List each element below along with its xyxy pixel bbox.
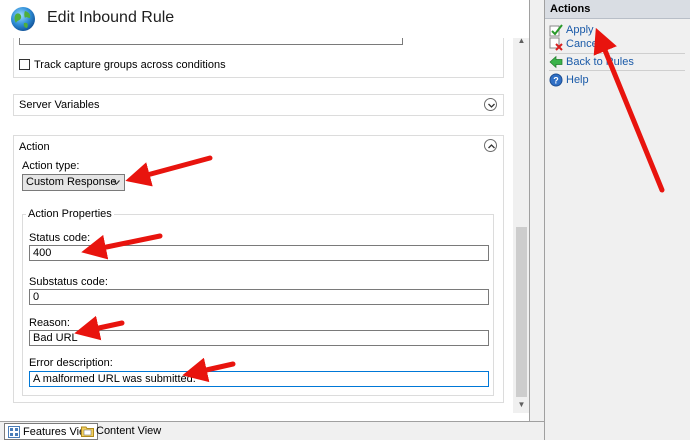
actions-separator [549, 53, 685, 54]
action-properties-title: Action Properties [26, 208, 114, 220]
window-title: Edit Inbound Rule [47, 9, 175, 26]
chevron-down-icon [113, 180, 120, 185]
content-view-tab[interactable]: Content View [78, 423, 165, 440]
error-description-label: Error description: [29, 357, 113, 369]
expand-chevron-icon[interactable] [484, 98, 497, 111]
action-type-value: Custom Response [26, 176, 117, 188]
reason-input[interactable]: Bad URL [29, 330, 489, 346]
apply-label: Apply [566, 24, 594, 36]
actions-separator [549, 70, 685, 71]
scroll-up-icon[interactable]: ▲ [516, 36, 527, 46]
scrollbar-thumb[interactable] [516, 227, 527, 397]
conditions-section: Track capture groups across conditions [13, 38, 504, 78]
main-panel: Edit Inbound Rule Track capture groups a… [0, 0, 530, 421]
red-x-icon [549, 37, 563, 51]
action-type-label: Action type: [22, 160, 80, 172]
status-code-label: Status code: [29, 232, 91, 244]
collapse-chevron-icon[interactable] [484, 139, 497, 152]
window-header: Edit Inbound Rule [0, 0, 529, 38]
reason-label: Reason: [29, 317, 70, 329]
svg-text:?: ? [553, 76, 559, 86]
cancel-action[interactable]: Cancel [549, 37, 600, 51]
green-back-arrow-icon [549, 55, 563, 69]
back-to-rules-action[interactable]: Back to Rules [549, 55, 634, 69]
status-code-input[interactable]: 400 [29, 245, 489, 261]
globe-icon [11, 7, 35, 31]
error-description-input[interactable]: A malformed URL was submitted. [29, 371, 489, 387]
substatus-code-label: Substatus code: [29, 276, 108, 288]
actions-header: Actions [545, 0, 690, 19]
content-view-icon [81, 426, 94, 437]
back-to-rules-label: Back to Rules [566, 56, 634, 68]
apply-action[interactable]: Apply [549, 23, 594, 37]
substatus-code-input[interactable]: 0 [29, 289, 489, 305]
track-capture-checkbox[interactable] [19, 59, 30, 70]
cancel-label: Cancel [566, 38, 601, 50]
track-capture-label: Track capture groups across conditions [34, 59, 226, 71]
server-variables-section[interactable]: Server Variables [13, 94, 504, 116]
action-section: Action Action type: Custom Response Acti… [13, 135, 504, 403]
features-view-icon [8, 426, 20, 438]
scroll-down-icon[interactable]: ▼ [516, 400, 527, 410]
help-label: Help [566, 74, 589, 86]
view-tabs-bar: Features View Content View [0, 421, 545, 440]
action-properties-group: Action Properties Status code: 400 Subst… [22, 208, 494, 396]
checkmark-icon [549, 24, 563, 37]
server-variables-title: Server Variables [19, 99, 100, 111]
truncated-input[interactable] [19, 38, 403, 45]
actions-pane: Actions Apply Cancel Back to Rules ? Hel… [544, 0, 690, 440]
content-view-label: Content View [96, 425, 162, 437]
help-action[interactable]: ? Help [549, 73, 589, 87]
action-section-title: Action [19, 141, 50, 153]
action-type-dropdown[interactable]: Custom Response [22, 174, 125, 191]
help-icon: ? [549, 73, 563, 87]
rule-editor-content: Track capture groups across conditions S… [0, 38, 513, 421]
